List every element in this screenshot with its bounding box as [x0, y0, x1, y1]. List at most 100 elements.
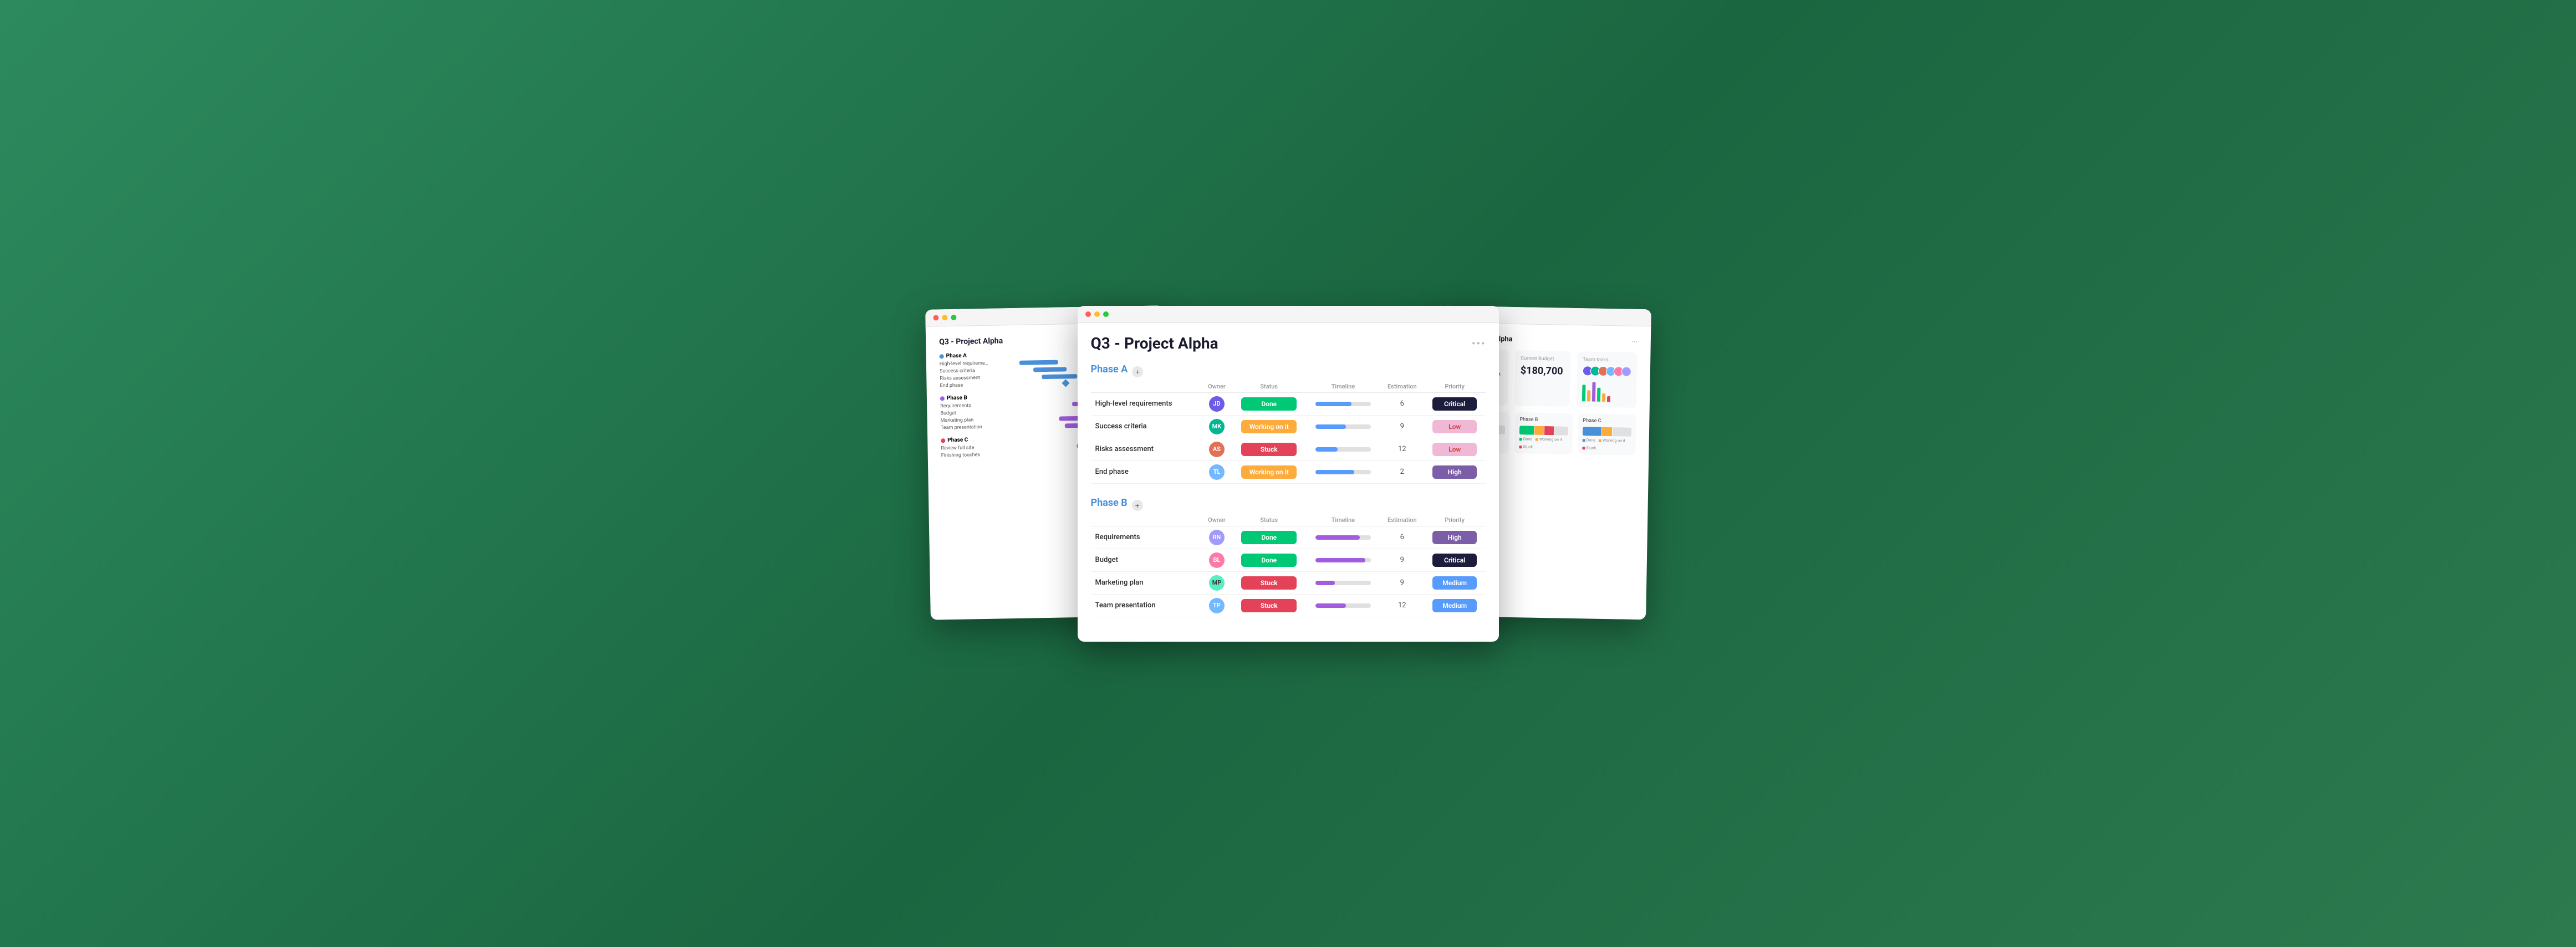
- task-estimation: 9: [1380, 571, 1424, 594]
- phase-c-progress-label: Phase C: [1583, 418, 1631, 424]
- legend-done: Done: [1582, 438, 1595, 442]
- phase-a-title: Phase A: [1091, 364, 1128, 375]
- table-row: High-level requirements JD Done 6 Critic…: [1091, 392, 1486, 415]
- legend-stuck: Stuck: [1519, 444, 1533, 449]
- budget-label: Current Budget: [1521, 356, 1565, 362]
- avatar: [1621, 366, 1631, 376]
- add-phase-a-btn[interactable]: +: [1132, 366, 1143, 377]
- col-status: Status: [1232, 514, 1306, 526]
- task-name: Requirements: [1091, 526, 1202, 549]
- task-status[interactable]: Stuck: [1232, 571, 1306, 594]
- scene: Q3 - Project Alpha ··· Phase A High-leve…: [945, 274, 1632, 673]
- legend-dot: [1519, 437, 1522, 440]
- task-estimation: 6: [1380, 526, 1424, 549]
- task-name: Marketing plan: [1091, 571, 1202, 594]
- gantt-diamond: [1062, 379, 1069, 387]
- legend-dot: [1582, 446, 1585, 449]
- task-timeline: [1306, 438, 1380, 460]
- phase-a-header: Phase A +: [1091, 364, 1486, 381]
- phase-b-section: Phase B + Owner Status Timeline Estimati…: [1091, 497, 1486, 617]
- phase-b-header: Phase B +: [1091, 497, 1486, 514]
- phase-c-progress-card: Phase C Done Working on it: [1578, 413, 1636, 455]
- phase-b-progress-card: Phase B Done Worki: [1514, 412, 1573, 454]
- maximize-icon[interactable]: [951, 314, 956, 320]
- seg-working: [1534, 426, 1543, 434]
- dash-more-btn[interactable]: ···: [1631, 337, 1637, 345]
- page-title: Q3 - Project Alpha ···: [1091, 334, 1486, 352]
- team-tasks-card: Team tasks: [1576, 351, 1637, 408]
- col-timeline: Timeline: [1306, 514, 1380, 526]
- more-btn[interactable]: ···: [1471, 334, 1485, 352]
- task-priority[interactable]: Medium: [1424, 594, 1486, 617]
- task-owner: AS: [1202, 438, 1232, 460]
- bar: [1596, 387, 1600, 401]
- task-status[interactable]: Done: [1232, 549, 1306, 571]
- gantt-title-text: Q3 - Project Alpha: [939, 336, 1003, 346]
- task-priority[interactable]: Low: [1424, 415, 1486, 438]
- task-timeline: [1306, 549, 1380, 571]
- seg-done: [1582, 427, 1601, 436]
- minimize-icon[interactable]: [942, 315, 947, 320]
- page-title-text: Q3 - Project Alpha: [1091, 334, 1218, 352]
- gantt-bar: [1033, 367, 1066, 372]
- task-owner: BL: [1202, 549, 1232, 571]
- col-priority: Priority: [1424, 514, 1486, 526]
- col-timeline: Timeline: [1306, 381, 1380, 393]
- task-status[interactable]: Done: [1232, 392, 1306, 415]
- budget-value: $180,700: [1520, 365, 1564, 377]
- seg-empty: [1498, 425, 1505, 434]
- task-owner: JD: [1202, 392, 1232, 415]
- task-priority[interactable]: Low: [1424, 438, 1486, 460]
- gantt-bar: [1042, 374, 1077, 379]
- col-owner: Owner: [1202, 381, 1232, 393]
- legend-dot: [1519, 445, 1522, 448]
- bar: [1582, 385, 1585, 401]
- task-owner: RN: [1202, 526, 1232, 549]
- table-row: Requirements RN Done 6 High: [1091, 526, 1486, 549]
- task-priority[interactable]: Critical: [1424, 392, 1486, 415]
- legend-working: Working on it: [1598, 438, 1625, 443]
- phase-c-legend: Done Working on it Stuck: [1582, 438, 1631, 451]
- task-status[interactable]: Stuck: [1232, 594, 1306, 617]
- legend-dot: [1582, 438, 1585, 441]
- legend-stuck: Stuck: [1582, 446, 1596, 450]
- table-row: Team presentation TP Stuck 12 Medium: [1091, 594, 1486, 617]
- legend-done: Done: [1519, 437, 1532, 441]
- phase-b-dot: [940, 396, 944, 400]
- task-priority[interactable]: High: [1424, 526, 1486, 549]
- task-name: Success criteria: [1091, 415, 1202, 438]
- task-priority[interactable]: Critical: [1424, 549, 1486, 571]
- legend-dot: [1598, 439, 1601, 442]
- close-icon[interactable]: [933, 315, 938, 320]
- phase-c-bar: [1582, 427, 1631, 437]
- table-row: Marketing plan MP Stuck 9 Medium: [1091, 571, 1486, 594]
- table-row: End phase TL Working on it 2 High: [1091, 460, 1486, 483]
- bar: [1601, 393, 1605, 401]
- add-phase-b-btn[interactable]: +: [1132, 500, 1143, 511]
- bar: [1591, 382, 1595, 401]
- col-owner: Owner: [1202, 514, 1232, 526]
- legend-working: Working on it: [1535, 437, 1562, 442]
- main-content: Q3 - Project Alpha ··· Phase A + Owner S…: [1078, 323, 1499, 642]
- task-status[interactable]: Done: [1232, 526, 1306, 549]
- col-priority: Priority: [1424, 381, 1486, 393]
- task-timeline: [1306, 594, 1380, 617]
- task-priority[interactable]: High: [1424, 460, 1486, 483]
- task-estimation: 12: [1380, 594, 1424, 617]
- task-timeline: [1306, 526, 1380, 549]
- task-status[interactable]: Working on it: [1232, 415, 1306, 438]
- main-window: Q3 - Project Alpha ··· Phase A + Owner S…: [1078, 306, 1499, 642]
- task-owner: TP: [1202, 594, 1232, 617]
- bar: [1587, 390, 1590, 401]
- close-icon[interactable]: [1085, 311, 1091, 317]
- maximize-icon[interactable]: [1103, 311, 1109, 317]
- task-status[interactable]: Stuck: [1232, 438, 1306, 460]
- task-status[interactable]: Working on it: [1232, 460, 1306, 483]
- task-timeline: [1306, 460, 1380, 483]
- task-timeline: [1306, 571, 1380, 594]
- phase-a-table: Owner Status Timeline Estimation Priorit…: [1091, 381, 1486, 484]
- phase-a-section: Phase A + Owner Status Timeline Estimati…: [1091, 364, 1486, 484]
- minimize-icon[interactable]: [1094, 311, 1100, 317]
- task-priority[interactable]: Medium: [1424, 571, 1486, 594]
- phase-b-title: Phase B: [1091, 497, 1128, 509]
